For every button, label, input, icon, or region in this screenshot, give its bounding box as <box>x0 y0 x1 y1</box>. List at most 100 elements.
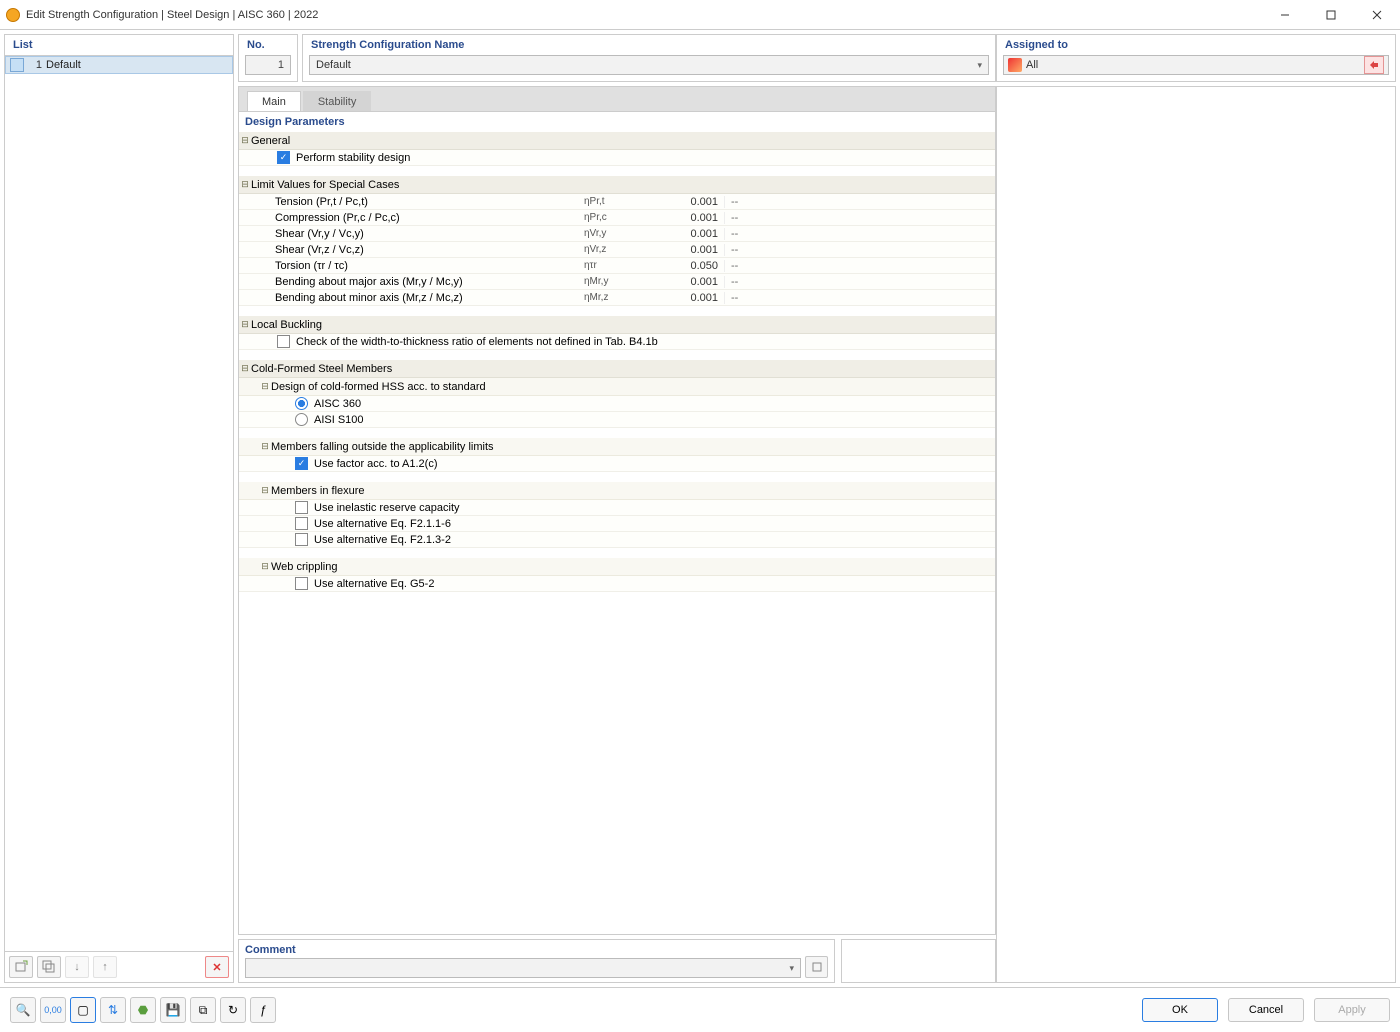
toolbtn-tag[interactable]: ⬣ <box>130 997 156 1023</box>
radio-aisc-360[interactable] <box>295 397 308 410</box>
section-local-buckling[interactable]: ⊟ Local Buckling <box>239 316 995 334</box>
comment-insert-button[interactable] <box>805 956 828 978</box>
toolbtn-copy[interactable]: ⧉ <box>190 997 216 1023</box>
limit-symbol: ηPr,c <box>584 212 654 223</box>
limit-row[interactable]: Bending about minor axis (Mr,z / Mc,z)ηM… <box>239 290 995 306</box>
copy-item-button[interactable] <box>37 956 61 978</box>
name-box: Strength Configuration Name Default ▾ <box>302 34 996 82</box>
app-icon <box>6 8 20 22</box>
checkbox-alt-g52[interactable] <box>295 577 308 590</box>
toolbtn-refresh[interactable]: ↻ <box>220 997 246 1023</box>
limit-unit: -- <box>724 228 854 240</box>
row-alt-f2132[interactable]: Use alternative Eq. F2.1.3-2 <box>239 532 995 548</box>
apply-button[interactable]: Apply <box>1314 998 1390 1022</box>
row-alt-f2116[interactable]: Use alternative Eq. F2.1.1-6 <box>239 516 995 532</box>
name-value: Default <box>316 59 351 71</box>
limit-value[interactable]: 0.001 <box>654 292 724 304</box>
row-aisc-360[interactable]: AISC 360 <box>239 396 995 412</box>
limit-value[interactable]: 0.001 <box>654 244 724 256</box>
section-general[interactable]: ⊟ General <box>239 132 995 150</box>
limit-unit: -- <box>724 196 854 208</box>
checkbox-alt-f2116[interactable] <box>295 517 308 530</box>
limit-symbol: ηVr,z <box>584 244 654 255</box>
row-width-thickness-check[interactable]: Check of the width-to-thickness ratio of… <box>239 334 995 350</box>
pick-members-button[interactable] <box>1364 56 1384 74</box>
assigned-to-box: Assigned to All <box>996 34 1396 82</box>
checkbox-perform-stability[interactable] <box>277 151 290 164</box>
toolbtn-tree[interactable]: ⇅ <box>100 997 126 1023</box>
collapse-icon[interactable]: ⊟ <box>239 319 251 330</box>
no-box: No. 1 <box>238 34 298 82</box>
limit-row[interactable]: Compression (Pr,c / Pc,c)ηPr,c0.001-- <box>239 210 995 226</box>
toolbtn-save[interactable]: 💾 <box>160 997 186 1023</box>
tabs-area: Main Stability Design Parameters ⊟ Gener… <box>238 86 996 935</box>
new-item-button[interactable] <box>9 956 33 978</box>
toolbtn-script[interactable]: ƒ <box>250 997 276 1023</box>
toolbtn-square[interactable]: ▢ <box>70 997 96 1023</box>
row-use-factor[interactable]: Use factor acc. to A1.2(c) <box>239 456 995 472</box>
chevron-down-icon: ▾ <box>789 963 800 974</box>
comment-side-panel <box>841 939 996 983</box>
bottom-bar: 🔍 0,00 ▢ ⇅ ⬣ 💾 ⧉ ↻ ƒ OK Cancel Apply <box>0 987 1400 1032</box>
checkbox-use-factor[interactable] <box>295 457 308 470</box>
sort-asc-button[interactable]: ↓ <box>65 956 89 978</box>
row-alt-g52[interactable]: Use alternative Eq. G5-2 <box>239 576 995 592</box>
no-field[interactable]: 1 <box>245 55 291 75</box>
subsection-web-crippling[interactable]: ⊟ Web crippling <box>239 558 995 576</box>
subsection-flexure[interactable]: ⊟ Members in flexure <box>239 482 995 500</box>
no-label: No. <box>239 35 297 55</box>
limit-row[interactable]: Tension (Pr,t / Pc,t)ηPr,t0.001-- <box>239 194 995 210</box>
subsection-outside-limits[interactable]: ⊟ Members falling outside the applicabil… <box>239 438 995 456</box>
tab-content: Design Parameters ⊟ General Perform stab… <box>239 111 995 934</box>
checkbox-inelastic[interactable] <box>295 501 308 514</box>
row-inelastic-reserve[interactable]: Use inelastic reserve capacity <box>239 500 995 516</box>
window-title: Edit Strength Configuration | Steel Desi… <box>26 9 1262 21</box>
checkbox-width-thickness[interactable] <box>277 335 290 348</box>
minimize-button[interactable] <box>1262 0 1308 30</box>
limit-unit: -- <box>724 260 854 272</box>
row-perform-stability[interactable]: Perform stability design <box>239 150 995 166</box>
comment-dropdown[interactable]: ▾ <box>245 958 801 978</box>
assigned-to-dropdown[interactable]: All <box>1003 55 1389 75</box>
limit-row[interactable]: Shear (Vr,z / Vc,z)ηVr,z0.001-- <box>239 242 995 258</box>
limit-row[interactable]: Bending about major axis (Mr,y / Mc,y)ηM… <box>239 274 995 290</box>
row-aisi-s100[interactable]: AISI S100 <box>239 412 995 428</box>
tab-main[interactable]: Main <box>247 91 301 111</box>
assigned-to-value: All <box>1026 59 1038 71</box>
collapse-icon[interactable]: ⊟ <box>259 441 271 452</box>
delete-item-button[interactable]: ✕ <box>205 956 229 978</box>
collapse-icon[interactable]: ⊟ <box>259 485 271 496</box>
ok-button[interactable]: OK <box>1142 998 1218 1022</box>
close-button[interactable] <box>1354 0 1400 30</box>
comment-label: Comment <box>245 944 828 956</box>
maximize-button[interactable] <box>1308 0 1354 30</box>
collapse-icon[interactable]: ⊟ <box>259 561 271 572</box>
radio-aisi-s100[interactable] <box>295 413 308 426</box>
limit-value[interactable]: 0.001 <box>654 196 724 208</box>
collapse-icon[interactable]: ⊟ <box>239 179 251 190</box>
collapse-icon[interactable]: ⊟ <box>239 363 251 374</box>
limit-row[interactable]: Shear (Vr,y / Vc,y)ηVr,y0.001-- <box>239 226 995 242</box>
tab-strip: Main Stability <box>239 87 995 111</box>
cancel-button[interactable]: Cancel <box>1228 998 1304 1022</box>
list-item[interactable]: 1 Default <box>5 56 233 74</box>
chevron-down-icon: ▾ <box>977 60 982 71</box>
subsection-design-standard[interactable]: ⊟ Design of cold-formed HSS acc. to stan… <box>239 378 995 396</box>
checkbox-alt-f2132[interactable] <box>295 533 308 546</box>
sort-desc-button[interactable]: ↑ <box>93 956 117 978</box>
section-cold-formed[interactable]: ⊟ Cold-Formed Steel Members <box>239 360 995 378</box>
tab-stability[interactable]: Stability <box>303 91 372 111</box>
list-pane: List 1 Default ↓ ↑ ✕ <box>4 34 234 983</box>
toolbtn-search[interactable]: 🔍 <box>10 997 36 1023</box>
limit-value[interactable]: 0.050 <box>654 260 724 272</box>
limit-value[interactable]: 0.001 <box>654 228 724 240</box>
collapse-icon[interactable]: ⊟ <box>239 135 251 146</box>
limit-value[interactable]: 0.001 <box>654 276 724 288</box>
section-limit-values[interactable]: ⊟ Limit Values for Special Cases <box>239 176 995 194</box>
limit-unit: -- <box>724 212 854 224</box>
limit-row[interactable]: Torsion (τr / τc)ητr0.050-- <box>239 258 995 274</box>
toolbtn-units[interactable]: 0,00 <box>40 997 66 1023</box>
name-dropdown[interactable]: Default ▾ <box>309 55 989 75</box>
limit-value[interactable]: 0.001 <box>654 212 724 224</box>
collapse-icon[interactable]: ⊟ <box>259 381 271 392</box>
